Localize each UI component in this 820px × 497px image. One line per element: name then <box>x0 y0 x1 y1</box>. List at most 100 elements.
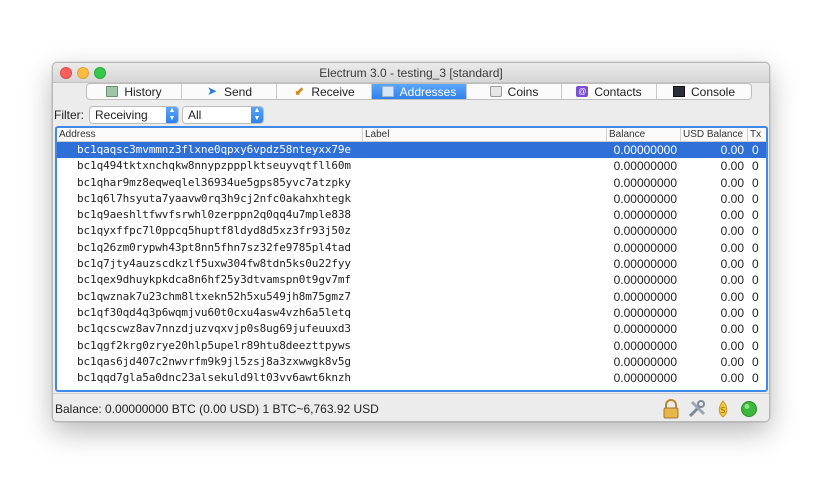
usd-balance-cell: 0.00 <box>720 159 744 174</box>
usd-balance-cell: 0.00 <box>720 240 744 255</box>
window-title: Electrum 3.0 - testing_3 [standard] <box>319 66 503 80</box>
tx-count-cell: 0 <box>752 273 759 288</box>
balance-cell: 0.00000000 <box>613 159 677 174</box>
tx-count-cell: 0 <box>752 143 759 157</box>
tab-receive[interactable]: ⬋ Receive <box>277 84 372 99</box>
address-cell: bc1q494tktxnchqkw8nnypzppplktseuyvqtfll6… <box>77 159 351 173</box>
label-cell <box>363 256 607 272</box>
balance-cell: 0.00000000 <box>613 305 677 320</box>
tx-count-cell: 0 <box>752 322 759 337</box>
tab-bar: History ➤ Send ⬋ Receive Addresses Coins… <box>86 83 752 100</box>
tx-count-cell: 0 <box>752 224 759 239</box>
table-row[interactable]: bc1qhar9mz8eqweqlel36934ue5gps85yvc7atzp… <box>57 175 766 191</box>
console-icon <box>672 86 685 97</box>
usd-balance-cell: 0.00 <box>720 305 744 320</box>
tab-contacts[interactable]: @ Contacts <box>562 84 657 99</box>
close-window-button[interactable] <box>60 67 72 79</box>
tab-history[interactable]: History <box>87 84 182 99</box>
label-cell <box>363 191 607 207</box>
table-row[interactable]: bc1qyxffpc7l0ppcq5huptf8ldyd8d5xz3fr93j5… <box>57 223 766 239</box>
table-row[interactable]: bc1qas6jd407c2nwvrfm9k9jl5zsj8a3zxwwgk8v… <box>57 354 766 370</box>
usd-balance-cell: 0.00 <box>720 322 744 337</box>
balance-cell: 0.00000000 <box>613 322 677 337</box>
zoom-window-button[interactable] <box>94 67 106 79</box>
address-status-value: All <box>188 108 202 122</box>
tx-count-cell: 0 <box>752 305 759 320</box>
chevron-updown-icon: ▲ ▼ <box>251 107 263 123</box>
tab-send[interactable]: ➤ Send <box>182 84 277 99</box>
address-cell: bc1q26zm0rypwh43pt8nn5fhn7sz32fe9785pl4t… <box>77 240 351 254</box>
address-cell: bc1qaqsc3mvmmnz3flxne0qpxy6vpdz58nteyxx7… <box>77 143 351 156</box>
usd-balance-cell: 0.00 <box>720 273 744 288</box>
tools-icon[interactable] <box>687 399 707 419</box>
addresses-table[interactable]: Address Label Balance USD Balance Tx bc1… <box>55 126 768 392</box>
table-row[interactable]: bc1qqd7gla5a0dnc23alsekuld9lt03vv6awt6kn… <box>57 370 766 386</box>
table-row[interactable]: bc1q6l7hsyuta7yaavw0rq3h9cj2nfc0akahxhte… <box>57 191 766 207</box>
tx-count-cell: 0 <box>752 338 759 353</box>
table-row[interactable]: bc1q494tktxnchqkw8nnypzppplktseuyvqtfll6… <box>57 158 766 174</box>
balance-cell: 0.00000000 <box>613 371 677 386</box>
table-row[interactable]: bc1qex9dhuykpkdca8n6hf25y3dtvamspn0t9gv7… <box>57 272 766 288</box>
tx-count-cell: 0 <box>752 354 759 369</box>
filter-label: Filter: <box>54 108 84 122</box>
address-cell: bc1qex9dhuykpkdca8n6hf25y3dtvamspn0t9gv7… <box>77 273 351 287</box>
tx-count-cell: 0 <box>752 208 759 223</box>
table-row[interactable]: bc1qwznak7u23chm8ltxekn52h5xu549jh8m75gm… <box>57 289 766 305</box>
column-usd-balance[interactable]: USD Balance <box>681 128 748 141</box>
tab-label: Receive <box>311 84 355 99</box>
svg-text:S: S <box>720 406 725 415</box>
column-label[interactable]: Label <box>363 128 607 141</box>
balance-cell: 0.00000000 <box>613 289 677 304</box>
table-row[interactable]: bc1qgf2krg0zrye20hlp5upelr89htu8deezttpy… <box>57 338 766 354</box>
tab-label: Addresses <box>399 84 457 99</box>
table-row[interactable]: bc1qf30qd4q3p6wqmjvu60t0cxu4asw4vzh6a5le… <box>57 305 766 321</box>
tx-count-cell: 0 <box>752 257 759 272</box>
balance-cell: 0.00000000 <box>613 143 677 157</box>
address-cell: bc1qf30qd4q3p6wqmjvu60t0cxu4asw4vzh6a5le… <box>77 305 351 319</box>
balance-cell: 0.00000000 <box>613 175 677 190</box>
usd-balance-cell: 0.00 <box>720 224 744 239</box>
usd-balance-cell: 0.00 <box>720 371 744 386</box>
title-bar[interactable]: Electrum 3.0 - testing_3 [standard] <box>53 63 769 83</box>
tab-addresses[interactable]: Addresses <box>372 84 467 99</box>
table-row[interactable]: bc1q26zm0rypwh43pt8nn5fhn7sz32fe9785pl4t… <box>57 240 766 256</box>
table-row[interactable]: bc1q7jty4auzscdkzlf5uxw304fw8tdn5ks0u22f… <box>57 256 766 272</box>
label-cell <box>363 354 607 370</box>
address-cell: bc1q7jty4auzscdkzlf5uxw304fw8tdn5ks0u22f… <box>77 257 351 271</box>
tx-count-cell: 0 <box>752 289 759 304</box>
tx-count-cell: 0 <box>752 240 759 255</box>
usd-balance-cell: 0.00 <box>720 338 744 353</box>
lock-icon[interactable] <box>661 399 681 419</box>
tab-label: Console <box>690 84 736 99</box>
usd-balance-cell: 0.00 <box>720 354 744 369</box>
label-cell <box>363 142 607 158</box>
tx-count-cell: 0 <box>752 191 759 206</box>
label-cell <box>363 223 607 239</box>
minimize-window-button[interactable] <box>77 67 89 79</box>
status-icons: S <box>661 399 759 419</box>
label-cell <box>363 158 607 174</box>
network-status-icon[interactable] <box>739 399 759 419</box>
column-tx[interactable]: Tx <box>748 128 766 141</box>
seed-icon[interactable]: S <box>713 399 733 419</box>
tab-console[interactable]: Console <box>657 84 751 99</box>
table-row[interactable]: bc1qcscwz8av7nnzdjuzvqxvjp0s8ug69jufeuux… <box>57 321 766 337</box>
usd-balance-cell: 0.00 <box>720 257 744 272</box>
address-status-select[interactable]: All ▲ ▼ <box>182 106 264 124</box>
usd-balance-cell: 0.00 <box>720 191 744 206</box>
tab-coins[interactable]: Coins <box>467 84 562 99</box>
table-row[interactable]: bc1q9aeshltfwvfsrwhl0zerppn2q0qq4u7mple8… <box>57 207 766 223</box>
coins-icon <box>489 86 502 97</box>
receive-icon: ⬋ <box>294 84 305 98</box>
tx-count-cell: 0 <box>752 159 759 174</box>
label-cell <box>363 370 607 386</box>
table-row[interactable]: bc1qaqsc3mvmmnz3flxne0qpxy6vpdz58nteyxx7… <box>57 142 766 159</box>
filter-bar: Filter: Receiving ▲ ▼ All ▲ ▼ <box>54 105 264 125</box>
column-balance[interactable]: Balance <box>607 128 681 141</box>
address-type-select[interactable]: Receiving ▲ ▼ <box>89 106 179 124</box>
address-cell: bc1q6l7hsyuta7yaavw0rq3h9cj2nfc0akahxhte… <box>77 191 351 205</box>
address-cell: bc1qas6jd407c2nwvrfm9k9jl5zsj8a3zxwwgk8v… <box>77 354 351 368</box>
column-address[interactable]: Address <box>57 128 363 141</box>
balance-cell: 0.00000000 <box>613 338 677 353</box>
usd-balance-cell: 0.00 <box>720 208 744 223</box>
